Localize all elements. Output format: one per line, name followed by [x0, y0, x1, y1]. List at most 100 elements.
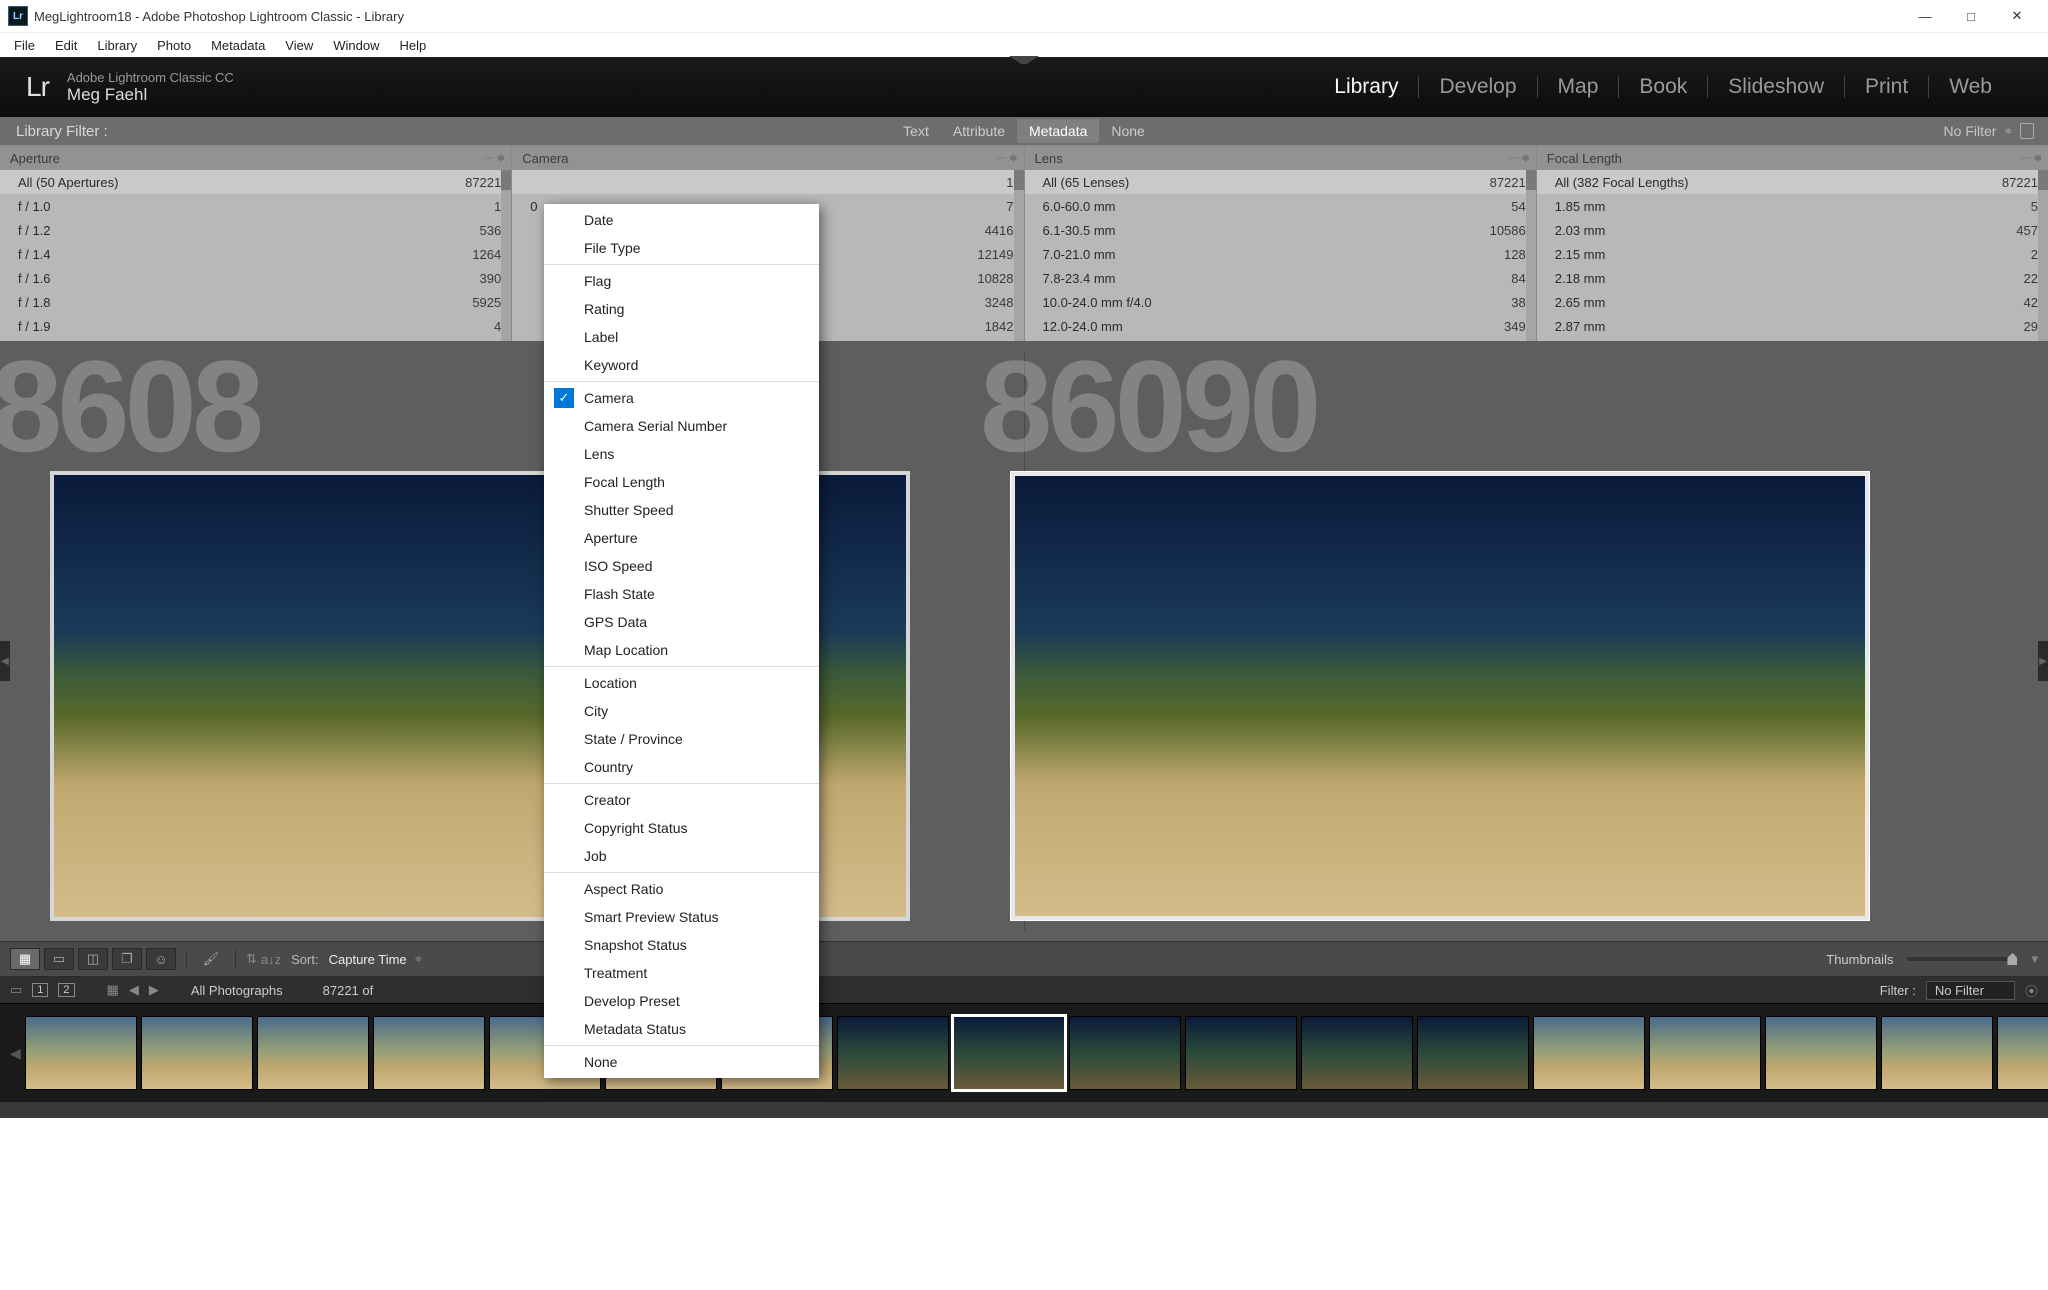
- menu-item[interactable]: Location: [544, 669, 819, 697]
- metadata-row[interactable]: 6.0-60.0 mm54: [1025, 194, 1536, 218]
- menu-item[interactable]: Camera: [544, 384, 819, 412]
- column-menu-icon[interactable]: ⋯ ≑: [2021, 153, 2042, 164]
- menu-item[interactable]: State / Province: [544, 725, 819, 753]
- filmstrip-thumb[interactable]: [25, 1016, 137, 1090]
- scrollbar[interactable]: [501, 170, 511, 341]
- metadata-row[interactable]: f / 1.41264: [0, 242, 511, 266]
- filmstrip-thumb[interactable]: [1069, 1016, 1181, 1090]
- menu-item[interactable]: Label: [544, 323, 819, 351]
- menu-item[interactable]: Flash State: [544, 580, 819, 608]
- column-menu-icon[interactable]: ⋯ ≑: [484, 153, 505, 164]
- metadata-row[interactable]: 2.15 mm2: [1537, 242, 2048, 266]
- filmstrip[interactable]: ◀ ▶: [0, 1003, 2048, 1102]
- second-window-icon[interactable]: ▭: [10, 982, 22, 998]
- menu-item[interactable]: Keyword: [544, 351, 819, 379]
- scrollbar[interactable]: [1014, 170, 1024, 341]
- menu-item[interactable]: Metadata Status: [544, 1015, 819, 1043]
- module-web[interactable]: Web: [1929, 75, 2012, 99]
- column-header[interactable]: Camera⋯ ≑: [512, 146, 1023, 170]
- menu-view[interactable]: View: [275, 36, 323, 55]
- close-button[interactable]: ✕: [1994, 0, 2040, 32]
- metadata-row[interactable]: 1.85 mm5: [1537, 194, 2048, 218]
- metadata-row[interactable]: All (382 Focal Lengths)87221: [1537, 170, 2048, 194]
- metadata-row[interactable]: 2.03 mm457: [1537, 218, 2048, 242]
- compare-view-button[interactable]: ◫: [78, 948, 108, 970]
- filter-preset[interactable]: No Filter: [1944, 123, 1997, 139]
- loupe-view-button[interactable]: ▭: [44, 948, 74, 970]
- people-view-button[interactable]: ☺: [146, 948, 176, 970]
- menu-item[interactable]: Creator: [544, 786, 819, 814]
- module-slideshow[interactable]: Slideshow: [1708, 75, 1844, 99]
- menu-item[interactable]: Flag: [544, 267, 819, 295]
- grid-view-button[interactable]: ▦: [10, 948, 40, 970]
- menu-item[interactable]: Country: [544, 753, 819, 781]
- menu-item[interactable]: File Type: [544, 234, 819, 262]
- survey-view-button[interactable]: ❐: [112, 948, 142, 970]
- metadata-row[interactable]: f / 1.85925: [0, 290, 511, 314]
- menu-item[interactable]: Rating: [544, 295, 819, 323]
- menu-item[interactable]: Develop Preset: [544, 987, 819, 1015]
- metadata-row[interactable]: 7.0-21.0 mm128: [1025, 242, 1536, 266]
- filmstrip-filter-value[interactable]: No Filter: [1926, 981, 2015, 1000]
- filter-switch-icon[interactable]: ⦿: [2025, 981, 2038, 1000]
- main-window-button[interactable]: 1: [32, 983, 48, 997]
- nav-forward-button[interactable]: ▶: [149, 982, 159, 998]
- filmstrip-thumb[interactable]: [837, 1016, 949, 1090]
- toolbar-menu-icon[interactable]: ▾: [2031, 951, 2038, 967]
- module-library[interactable]: Library: [1314, 75, 1418, 99]
- menu-item[interactable]: Snapshot Status: [544, 931, 819, 959]
- filter-tab-metadata[interactable]: Metadata: [1017, 119, 1099, 143]
- column-header[interactable]: Aperture⋯ ≑: [0, 146, 511, 170]
- filmstrip-thumb[interactable]: [1881, 1016, 1993, 1090]
- metadata-row[interactable]: f / 1.6390: [0, 266, 511, 290]
- filter-tab-none[interactable]: None: [1099, 123, 1156, 139]
- menu-item[interactable]: None: [544, 1048, 819, 1076]
- metadata-row[interactable]: 1: [512, 170, 1023, 194]
- photo-thumbnail[interactable]: [1015, 476, 1865, 916]
- metadata-row[interactable]: All (50 Apertures)87221: [0, 170, 511, 194]
- menu-item[interactable]: Smart Preview Status: [544, 903, 819, 931]
- metadata-row[interactable]: 7.8-23.4 mm84: [1025, 266, 1536, 290]
- filmstrip-thumb-selected[interactable]: [951, 1014, 1067, 1092]
- column-menu-icon[interactable]: ⋯ ≑: [1509, 153, 1530, 164]
- filmstrip-left-handle[interactable]: ◀: [10, 1045, 21, 1062]
- painter-tool-button[interactable]: 🖌: [197, 949, 225, 969]
- filter-lock-icon[interactable]: [2020, 123, 2034, 139]
- module-develop[interactable]: Develop: [1419, 75, 1536, 99]
- thumbnail-size-slider[interactable]: [1907, 957, 2017, 961]
- menu-item[interactable]: Shutter Speed: [544, 496, 819, 524]
- filmstrip-thumb[interactable]: [373, 1016, 485, 1090]
- nav-back-button[interactable]: ◀: [129, 982, 139, 998]
- menu-item[interactable]: Job: [544, 842, 819, 870]
- menu-help[interactable]: Help: [390, 36, 437, 55]
- maximize-button[interactable]: □: [1948, 0, 1994, 32]
- source-label[interactable]: All Photographs: [191, 983, 283, 998]
- filmstrip-thumb[interactable]: [1185, 1016, 1297, 1090]
- sort-criteria[interactable]: Capture Time: [329, 952, 407, 967]
- menu-item[interactable]: ISO Speed: [544, 552, 819, 580]
- column-header[interactable]: Lens⋯ ≑: [1025, 146, 1536, 170]
- metadata-row[interactable]: 10.0-24.0 mm f/4.038: [1025, 290, 1536, 314]
- metadata-row[interactable]: 2.65 mm42: [1537, 290, 2048, 314]
- filmstrip-thumb[interactable]: [1301, 1016, 1413, 1090]
- grid-mode-icon[interactable]: ▦: [107, 982, 119, 998]
- metadata-row[interactable]: 2.18 mm22: [1537, 266, 2048, 290]
- scrollbar-thumb[interactable]: [2038, 170, 2048, 190]
- menu-item[interactable]: Focal Length: [544, 468, 819, 496]
- menu-library[interactable]: Library: [87, 36, 147, 55]
- metadata-row[interactable]: f / 1.01: [0, 194, 511, 218]
- filmstrip-thumb[interactable]: [1533, 1016, 1645, 1090]
- filmstrip-thumb[interactable]: [141, 1016, 253, 1090]
- menu-item[interactable]: Date: [544, 206, 819, 234]
- menu-item[interactable]: Camera Serial Number: [544, 412, 819, 440]
- menu-photo[interactable]: Photo: [147, 36, 201, 55]
- menu-metadata[interactable]: Metadata: [201, 36, 275, 55]
- grid-cell-selected[interactable]: 86090: [960, 341, 1920, 941]
- filmstrip-thumb[interactable]: [1765, 1016, 1877, 1090]
- menu-item[interactable]: Lens: [544, 440, 819, 468]
- scrollbar[interactable]: [1526, 170, 1536, 341]
- second-window-button[interactable]: 2: [58, 983, 74, 997]
- module-book[interactable]: Book: [1619, 75, 1707, 99]
- scrollbar-thumb[interactable]: [501, 170, 511, 190]
- scrollbar-thumb[interactable]: [1014, 170, 1024, 190]
